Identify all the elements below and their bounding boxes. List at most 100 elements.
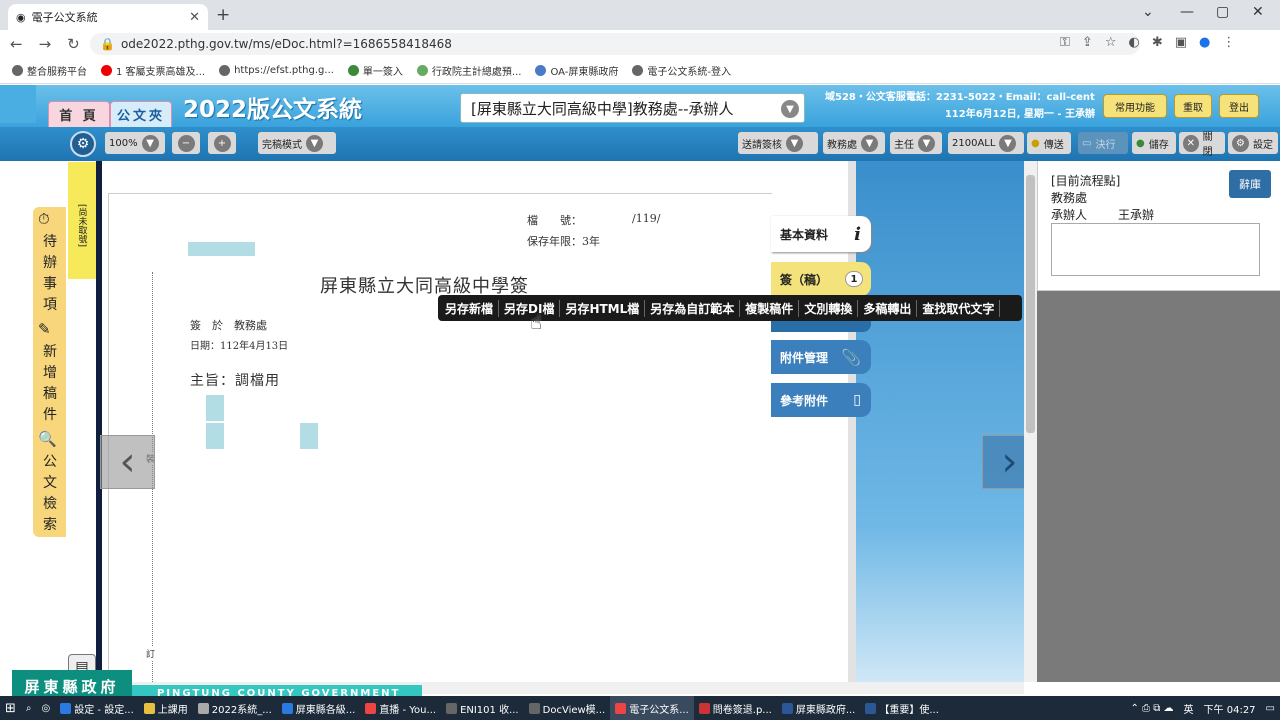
- view-mode-select[interactable]: 完稿模式 ▼: [258, 132, 336, 154]
- org-role-select[interactable]: [屏東縣立大同高級中學]教務處--承辦人 ▼: [460, 93, 805, 123]
- url-field[interactable]: 🔒 ode2022.pthg.gov.tw/ms/eDoc.html?=1686…: [90, 33, 1140, 55]
- common-functions-button[interactable]: 常用功能: [1103, 94, 1167, 118]
- bookmark-item[interactable]: 電子公文系統-登入: [632, 63, 731, 78]
- flow-heading: [目前流程點]: [1051, 174, 1121, 188]
- zoom-out-button[interactable]: −: [172, 132, 200, 154]
- taskbar-label: 上課用: [157, 704, 188, 716]
- prev-page-button[interactable]: ‹: [100, 435, 155, 489]
- menu-item-convert-type[interactable]: 文別轉換: [799, 299, 859, 317]
- sidebar-item-todo[interactable]: 待辦事項: [38, 232, 62, 316]
- role-select[interactable]: 主任 ▼: [890, 132, 942, 154]
- bookmark-item[interactable]: 1 客屬支票高雄及...: [101, 63, 205, 78]
- taskbar-item[interactable]: 屏東縣政府...: [777, 696, 861, 720]
- key-icon[interactable]: ⚿: [1060, 35, 1070, 50]
- dept-select[interactable]: 教務處 ▼: [823, 132, 885, 154]
- sidebar-item-search[interactable]: 公文檢索: [38, 452, 62, 536]
- tab-basic-info[interactable]: 基本資料 i: [771, 216, 871, 252]
- globe-icon: [632, 65, 644, 76]
- taskbar-item[interactable]: 屏東縣各級...: [277, 696, 361, 720]
- zoom-in-button[interactable]: +: [208, 132, 236, 154]
- chrome-icon[interactable]: ◎: [37, 696, 56, 720]
- menu-item-multi-export[interactable]: 多稿轉出: [858, 299, 918, 317]
- taskbar-item[interactable]: 【重要】使...: [860, 696, 944, 720]
- forward-icon[interactable]: →: [39, 35, 52, 53]
- ime-indicator[interactable]: 英: [1179, 696, 1199, 720]
- bookmark-label: 電子公文系統-登入: [647, 67, 732, 78]
- word-icon: [781, 702, 793, 714]
- taskbar-item[interactable]: 2022系統_...: [193, 696, 277, 720]
- browser-tab[interactable]: ◉ 電子公文系統 ✕: [8, 4, 208, 30]
- back-icon[interactable]: ←: [10, 35, 23, 53]
- bookmark-item[interactable]: 行政院主計總處預...: [416, 63, 521, 78]
- start-icon[interactable]: ⊞: [0, 696, 21, 720]
- close-window-icon[interactable]: ✕: [1252, 4, 1264, 20]
- tab-search-icon[interactable]: ⌄: [1142, 4, 1154, 20]
- taskbar-item[interactable]: 直播 - You...: [360, 696, 441, 720]
- service-info: 域528・公文客服電話：2231-5022・Email：call-center …: [825, 89, 1095, 123]
- taskbar-item[interactable]: 電子公文系...: [610, 696, 694, 720]
- sidebar-char: 辦: [43, 255, 57, 271]
- tab-document-folder[interactable]: 公文夾: [110, 101, 172, 127]
- bookmark-item[interactable]: 單一簽入: [347, 63, 403, 78]
- send-review-select[interactable]: 送請簽核 ▼: [738, 132, 818, 154]
- reload-icon[interactable]: ↻: [67, 35, 80, 53]
- taskbar-item[interactable]: 上課用: [139, 696, 193, 720]
- tab-reference[interactable]: 參考附件 ▯: [771, 383, 871, 417]
- menu-item-find-replace[interactable]: 查找取代文字: [917, 299, 1001, 317]
- menu-item-save-new[interactable]: 另存新檔: [440, 299, 500, 317]
- taskbar-item[interactable]: DocView模...: [524, 696, 611, 720]
- tray-icons[interactable]: ⌃ ⎙ ⧉ ☁: [1125, 696, 1178, 720]
- sidebar-item-new-draft[interactable]: 新增稿件: [38, 342, 62, 426]
- menu-item-save-template[interactable]: 另存為自訂範本: [645, 299, 741, 317]
- taskbar-label: 屏東縣政府...: [795, 704, 856, 716]
- zoom-select[interactable]: 100% ▼: [105, 132, 165, 154]
- clock[interactable]: 下午 04:27: [1199, 696, 1261, 720]
- puzzle-icon[interactable]: ✱: [1152, 35, 1163, 50]
- folder-icon: [143, 702, 155, 714]
- reload-button[interactable]: 重取: [1174, 94, 1212, 118]
- settings-gear-icon[interactable]: ⚙: [70, 131, 96, 157]
- close-tab-icon[interactable]: ✕: [189, 10, 200, 25]
- save-button[interactable]: ● 儲存: [1132, 132, 1176, 154]
- document-subject[interactable]: 主旨：調檔用: [190, 370, 280, 390]
- taskbar-item[interactable]: 問卷簽退.p...: [694, 696, 777, 720]
- menu-item-save-html[interactable]: 另存HTML檔: [560, 299, 646, 317]
- menu-item-copy-draft[interactable]: 複製稿件: [740, 299, 800, 317]
- code-select[interactable]: 2100ALL ▼: [948, 132, 1024, 154]
- maximize-icon[interactable]: ▢: [1216, 4, 1229, 20]
- star-icon[interactable]: ☆: [1105, 35, 1117, 50]
- tab-draft[interactable]: 簽（稿） 1: [771, 262, 871, 296]
- bookmark-item[interactable]: https://efst.pthg.g...: [219, 65, 334, 76]
- windows-taskbar: ⊞ ⌕ ◎ 設定 - 設定... 上課用 2022系統_... 屏東縣各級...…: [0, 696, 1280, 720]
- menu-icon[interactable]: ⋮: [1222, 35, 1235, 50]
- flow-comment-textarea[interactable]: [1051, 223, 1260, 276]
- file-number-label: 檔 號：: [527, 214, 582, 227]
- tab-home[interactable]: 首 頁: [48, 101, 110, 127]
- sidepanel-icon[interactable]: ▣: [1175, 35, 1187, 50]
- scrollbar-thumb[interactable]: [1026, 175, 1035, 433]
- settings-label: 設定: [1253, 139, 1273, 151]
- taskbar-item[interactable]: ENI101 收...: [441, 696, 524, 720]
- logout-button[interactable]: 登出: [1219, 94, 1259, 118]
- highlight-block: [206, 423, 224, 449]
- bookmark-item[interactable]: OA-屏東縣政府: [535, 63, 618, 78]
- execute-button[interactable]: ▭ 決行: [1078, 132, 1128, 154]
- extension-g-icon[interactable]: ◐: [1128, 35, 1139, 50]
- tab-attachments[interactable]: 附件管理 📎: [771, 340, 871, 374]
- avatar[interactable]: ●: [1199, 35, 1210, 50]
- sidebar-char: 事: [43, 276, 57, 292]
- taskbar-item[interactable]: 設定 - 設定...: [55, 696, 139, 720]
- left-margin: [0, 161, 36, 682]
- highlight-block: [300, 423, 318, 449]
- dismiss-button[interactable]: 辭庫: [1229, 170, 1271, 198]
- close-button[interactable]: ✕ 關閉: [1179, 132, 1225, 158]
- new-tab-icon[interactable]: +: [216, 5, 230, 25]
- search-icon[interactable]: ⌕: [21, 696, 37, 720]
- minimize-icon[interactable]: —: [1180, 4, 1194, 20]
- share-icon[interactable]: ⇪: [1082, 35, 1093, 50]
- send-button[interactable]: ● 傳送: [1027, 132, 1071, 154]
- settings-button[interactable]: ⚙ 設定: [1228, 132, 1278, 154]
- zoom-value: 100%: [109, 137, 138, 149]
- notification-icon[interactable]: ▭: [1261, 696, 1280, 720]
- bookmark-item[interactable]: 整合服務平台: [12, 63, 87, 78]
